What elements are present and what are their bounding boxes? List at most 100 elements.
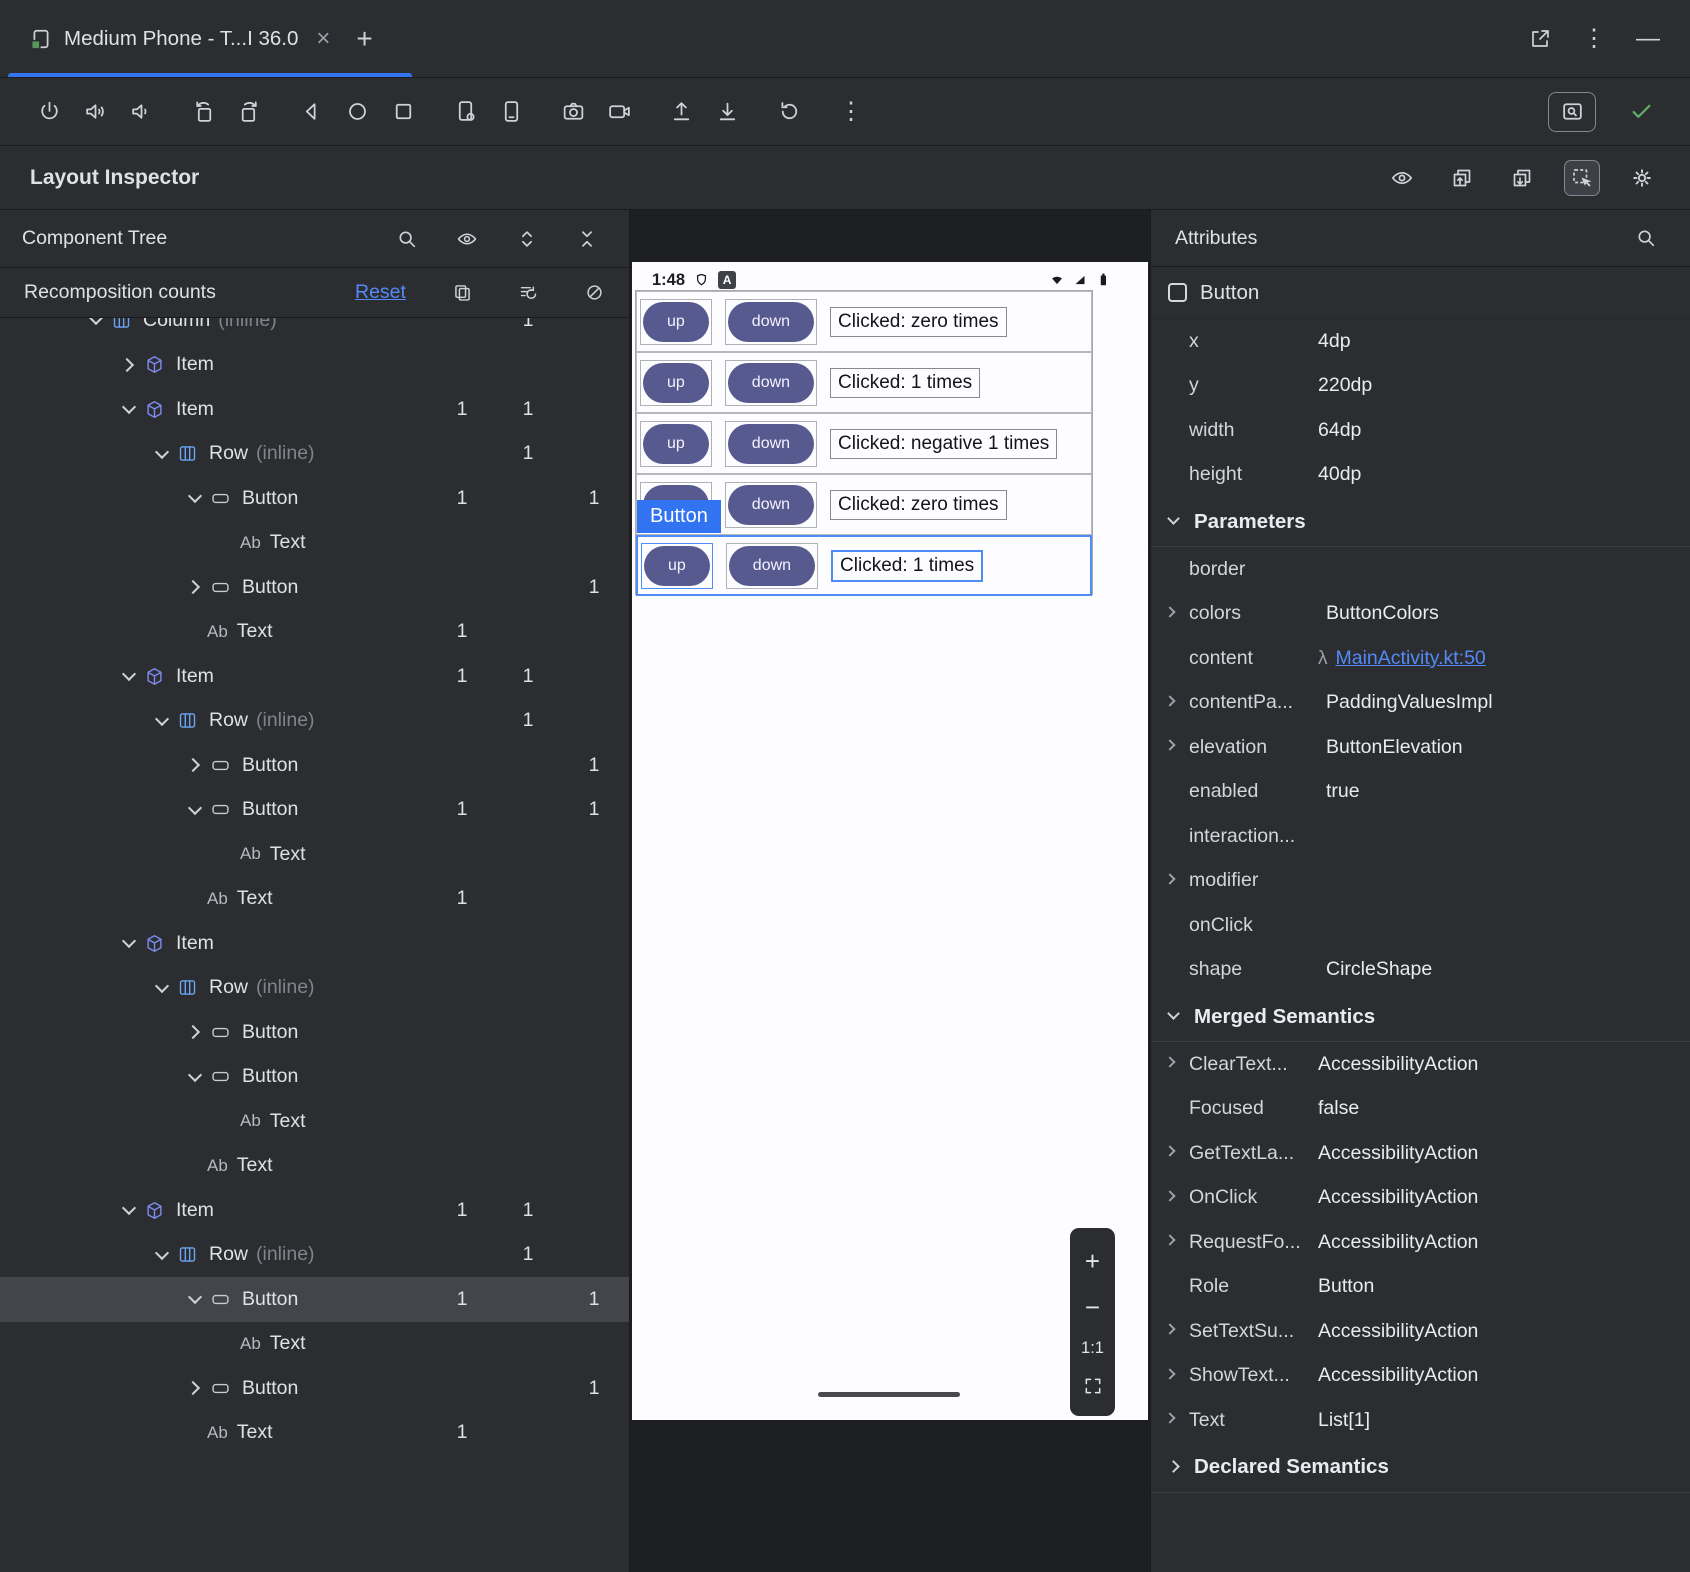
tree-row[interactable]: Ab Button 1	[0, 1366, 629, 1411]
reset-counts-link[interactable]: Reset	[355, 281, 406, 304]
parameter-row[interactable]: elevation ButtonElevation	[1151, 725, 1690, 770]
back-button-icon[interactable]	[288, 90, 334, 134]
expander-chevron-icon[interactable]	[150, 442, 174, 466]
zoom-fit-icon[interactable]	[1083, 1376, 1103, 1396]
semantics-row[interactable]: Focused false	[1151, 1087, 1690, 1132]
expander-chevron-icon[interactable]	[117, 353, 141, 377]
attribute-row[interactable]: x 4dp	[1151, 319, 1690, 364]
expand-chevron-icon[interactable]	[1164, 1235, 1175, 1246]
expand-all-icon[interactable]	[509, 221, 545, 257]
expander-chevron-icon[interactable]	[183, 1376, 207, 1400]
expander-chevron-icon[interactable]	[216, 531, 240, 555]
expand-chevron-icon[interactable]	[1164, 1190, 1175, 1201]
expand-chevron-icon[interactable]	[1164, 1413, 1175, 1424]
down-button[interactable]: down	[728, 302, 814, 342]
tree-filter-eye-icon[interactable]	[449, 221, 485, 257]
expand-chevron-icon[interactable]	[1164, 606, 1175, 617]
screen-record-icon[interactable]	[596, 90, 642, 134]
expander-chevron-icon[interactable]	[183, 486, 207, 510]
expand-chevron-icon[interactable]	[1164, 695, 1175, 706]
attribute-row[interactable]: height 40dp	[1151, 453, 1690, 498]
zoom-out-button[interactable]: −	[1085, 1294, 1100, 1320]
parameter-row[interactable]: enabled true	[1151, 770, 1690, 815]
snapshot-inspect-icon[interactable]	[1548, 92, 1596, 132]
expander-chevron-icon[interactable]	[150, 976, 174, 1000]
merged-semantics-section-header[interactable]: Merged Semantics	[1151, 992, 1690, 1042]
recomposition-count-column-icon[interactable]	[430, 268, 494, 317]
semantics-row[interactable]: OnClick AccessibilityAction	[1151, 1176, 1690, 1221]
expander-chevron-icon[interactable]	[183, 887, 207, 911]
parameter-row[interactable]: shape CircleShape	[1151, 948, 1690, 993]
expander-chevron-icon[interactable]	[183, 753, 207, 777]
home-button-icon[interactable]	[334, 90, 380, 134]
tree-row[interactable]: Ab Text 1	[0, 877, 629, 922]
tree-row[interactable]: Ab Text	[0, 1322, 629, 1367]
section-chevron-icon[interactable]	[1167, 1007, 1180, 1020]
screenshot-icon[interactable]	[550, 90, 596, 134]
expander-chevron-icon[interactable]	[183, 1154, 207, 1178]
expander-chevron-icon[interactable]	[216, 842, 240, 866]
tree-row[interactable]: Ab Button	[0, 1010, 629, 1055]
expand-chevron-icon[interactable]	[1164, 1368, 1175, 1379]
power-button-icon[interactable]	[26, 90, 72, 134]
semantics-row[interactable]: RequestFo... AccessibilityAction	[1151, 1220, 1690, 1265]
down-button[interactable]: down	[728, 485, 814, 525]
semantics-row[interactable]: SetTextSu... AccessibilityAction	[1151, 1309, 1690, 1354]
expander-chevron-icon[interactable]	[183, 798, 207, 822]
close-tab-icon[interactable]: ×	[316, 27, 330, 51]
up-button[interactable]: up	[643, 424, 709, 464]
tree-row[interactable]: Ab Button 1 1	[0, 788, 629, 833]
new-tab-button[interactable]: +	[356, 25, 372, 53]
zoom-in-button[interactable]: +	[1085, 1248, 1100, 1274]
expand-chevron-icon[interactable]	[1164, 873, 1175, 884]
expander-chevron-icon[interactable]	[150, 709, 174, 733]
expander-chevron-icon[interactable]	[84, 318, 108, 332]
semantics-row[interactable]: ShowText... AccessibilityAction	[1151, 1354, 1690, 1399]
attributes-search-icon[interactable]	[1628, 220, 1664, 256]
zoom-ratio-button[interactable]: 1:1	[1081, 1340, 1104, 1357]
device-tab[interactable]: Medium Phone - T...I 36.0 ×	[0, 0, 346, 77]
expand-chevron-icon[interactable]	[1164, 1146, 1175, 1157]
selected-component-row[interactable]: Button	[1151, 267, 1690, 319]
tree-row[interactable]: Ab Text	[0, 521, 629, 566]
tree-row[interactable]: Ab Text 1	[0, 610, 629, 655]
down-button[interactable]: down	[729, 546, 815, 586]
expander-chevron-icon[interactable]	[183, 575, 207, 599]
attribute-row[interactable]: width 64dp	[1151, 408, 1690, 453]
minimize-icon[interactable]: —	[1636, 27, 1660, 51]
expander-chevron-icon[interactable]	[183, 1287, 207, 1311]
expander-chevron-icon[interactable]	[183, 620, 207, 644]
tree-row[interactable]: Ab Button 1 1	[0, 476, 629, 521]
tree-row[interactable]: Ab Row (inline) 1	[0, 432, 629, 477]
device-input-icon[interactable]	[488, 90, 534, 134]
tree-row[interactable]: Ab Text 1	[0, 1411, 629, 1456]
recents-button-icon[interactable]	[380, 90, 426, 134]
section-chevron-icon[interactable]	[1167, 1460, 1180, 1473]
import-snapshot-icon[interactable]	[1504, 160, 1540, 196]
parameters-section-header[interactable]: Parameters	[1151, 497, 1690, 547]
parameter-row[interactable]: interaction...	[1151, 814, 1690, 859]
tree-row[interactable]: Ab Item 1 1	[0, 654, 629, 699]
tree-row[interactable]: Ab Item 1 1	[0, 387, 629, 432]
expander-chevron-icon[interactable]	[117, 1198, 141, 1222]
volume-up-icon[interactable]	[72, 90, 118, 134]
done-check-icon[interactable]	[1618, 90, 1664, 134]
tree-row[interactable]: Ab Item	[0, 343, 629, 388]
restart-device-icon[interactable]	[766, 90, 812, 134]
semantics-row[interactable]: GetTextLa... AccessibilityAction	[1151, 1131, 1690, 1176]
volume-down-icon[interactable]	[118, 90, 164, 134]
semantics-row[interactable]: Role Button	[1151, 1265, 1690, 1310]
tree-row[interactable]: Ab Button 1 1	[0, 1277, 629, 1322]
parameter-row[interactable]: contentPa... PaddingValuesImpl	[1151, 681, 1690, 726]
parameter-row[interactable]: border	[1151, 547, 1690, 592]
expander-chevron-icon[interactable]	[183, 1421, 207, 1445]
expander-chevron-icon[interactable]	[117, 664, 141, 688]
inspector-settings-gear-icon[interactable]	[1624, 160, 1660, 196]
tree-row[interactable]: Ab Button 1	[0, 743, 629, 788]
down-button[interactable]: down	[728, 424, 814, 464]
expander-chevron-icon[interactable]	[216, 1109, 240, 1133]
highlight-recomposition-column-icon[interactable]	[496, 268, 560, 317]
upload-icon[interactable]	[658, 90, 704, 134]
parameter-row[interactable]: modifier	[1151, 859, 1690, 904]
tree-row[interactable]: Ab Button	[0, 1055, 629, 1100]
